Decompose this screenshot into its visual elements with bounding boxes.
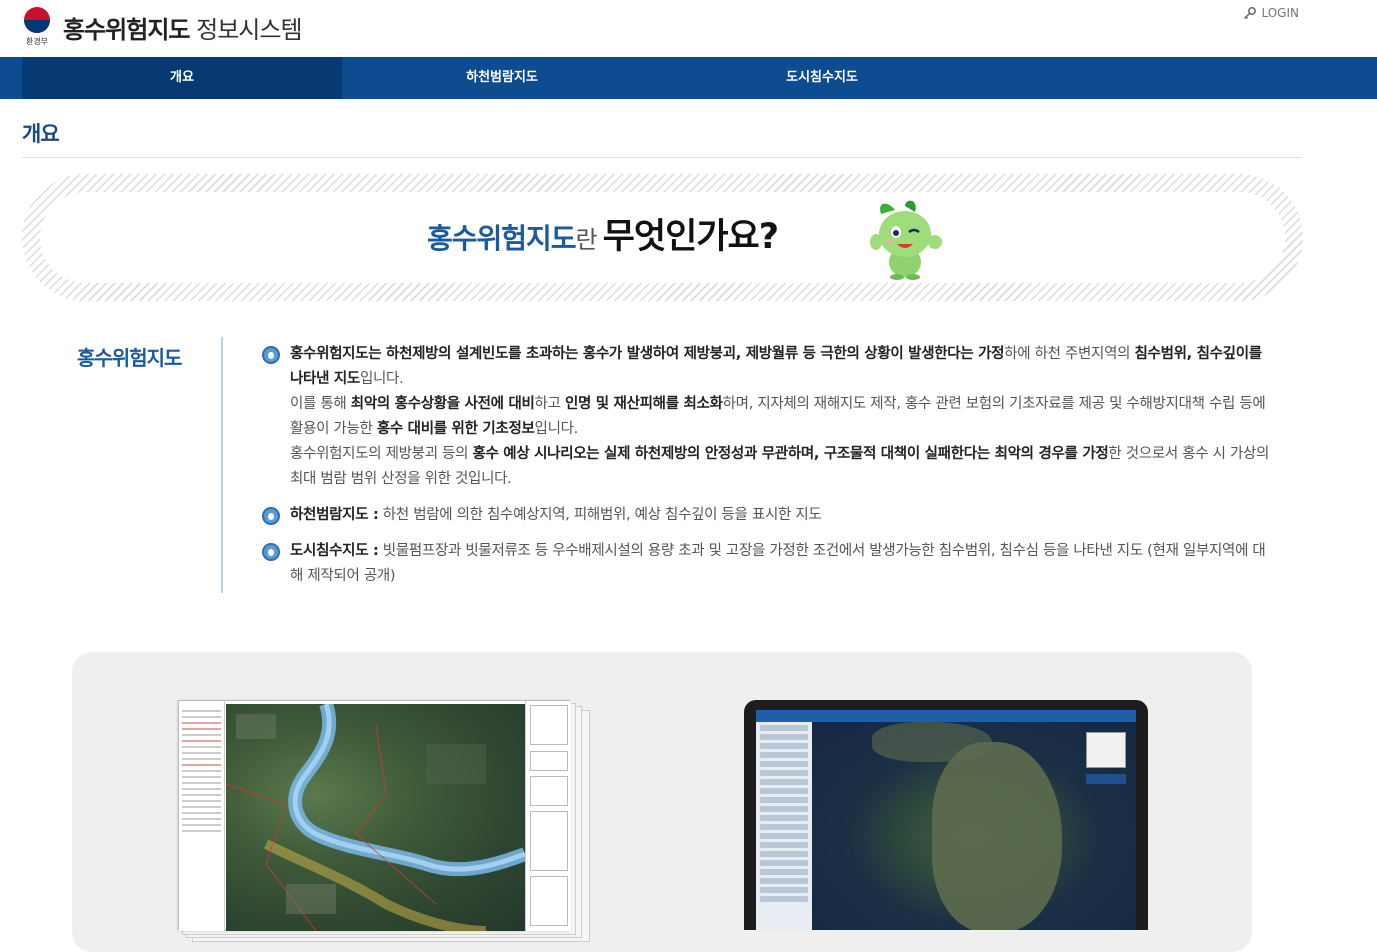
text: 하에 하천 주변지역의 (1004, 346, 1135, 362)
ministry-name: 환경부 (25, 37, 49, 46)
definition-item-river-flood-map: 하천범람지도 : 하천 범람에 의한 침수예상지역, 피해범위, 예상 침수깊이… (262, 503, 1277, 528)
login-label: LOGIN (1261, 6, 1299, 20)
main-nav: 개요 하천범람지도 도시침수지도 (0, 57, 1377, 99)
taegeuk-emblem-icon (24, 7, 50, 33)
text-bold: 홍수 대비를 위한 기초정보 (376, 421, 535, 437)
term: 도시침수지도 : (290, 543, 379, 559)
water-drop-icon (262, 346, 280, 364)
banner-heading-term: 홍수위험지도 (426, 222, 577, 255)
definition-item: 홍수위험지도는 하천제방의 설계빈도를 초과하는 홍수가 발생하여 제방붕괴, … (262, 342, 1277, 492)
screen-sidebar (756, 722, 812, 930)
description: 빗물펌프장과 빗물저류조 등 우수배제시설의 용량 초과 및 고장을 가정한 조… (290, 543, 1266, 584)
map-legend (1086, 732, 1126, 768)
site-title-main: 홍수위험지도 (63, 16, 190, 44)
text: 입니다. (359, 371, 404, 387)
divider (22, 157, 1302, 158)
site-title[interactable]: 홍수위험지도 정보시스템 (63, 10, 303, 45)
map-legend-button (1086, 774, 1126, 784)
nav-item-overview[interactable]: 개요 (22, 57, 342, 99)
laptop-map-image (744, 700, 1148, 930)
header: 환경부 홍수위험지도 정보시스템 LOGIN (0, 0, 1377, 57)
page-title: 개요 (22, 122, 60, 146)
site-title-sub: 정보시스템 (196, 16, 302, 44)
banner-heading: 홍수위험지도란 무엇인가요? (40, 192, 1285, 283)
text-bold: 홍수위험지도는 하천제방의 설계빈도를 초과하는 홍수가 발생하여 제방붕괴, … (290, 346, 1005, 362)
definition-list: 홍수위험지도는 하천제방의 설계빈도를 초과하는 홍수가 발생하여 제방붕괴, … (262, 342, 1277, 589)
water-drop-icon (262, 507, 280, 525)
water-drop-icon (262, 543, 280, 561)
description: 하천 범람에 의한 침수예상지역, 피해범위, 예상 침수깊이 등을 표시한 지… (378, 507, 822, 523)
text-bold: 홍수 예상 시나리오는 실제 하천제방의 안정성과 무관하며, 구조물적 대책이… (472, 446, 1109, 462)
intro-banner: 홍수위험지도란 무엇인가요? (22, 174, 1303, 301)
ministry-logo[interactable]: 환경부 (20, 7, 54, 49)
screen-titlebar (756, 710, 1136, 722)
text: 입니다. (534, 421, 579, 437)
paper-map-image (178, 700, 593, 942)
nav-item-river-flood-map[interactable]: 하천범람지도 (342, 57, 662, 99)
text: 하고 (534, 396, 565, 412)
text: 이를 통해 (290, 396, 351, 412)
definition-item-urban-flood-map: 도시침수지도 : 빗물펌프장과 빗물저류조 등 우수배제시설의 용량 초과 및 … (262, 539, 1277, 589)
banner-heading-question: 무엇인가요? (602, 217, 779, 257)
mascot-icon (865, 200, 949, 280)
text: 홍수위험지도의 제방붕괴 등의 (290, 446, 473, 462)
term: 하천범람지도 : (290, 507, 379, 523)
banner-heading-particle: 란 (575, 226, 598, 254)
text-bold: 최악의 홍수상황을 사전에 대비 (350, 396, 535, 412)
satellite-map (226, 704, 525, 931)
key-icon (1243, 6, 1257, 20)
map-legend-column (179, 701, 225, 931)
section-divider (221, 337, 223, 593)
nav-item-urban-flood-map[interactable]: 도시침수지도 (662, 57, 982, 99)
map-index-column (525, 701, 571, 931)
korea-satellite-map (812, 722, 1136, 930)
text-bold: 인명 및 재산피해를 최소화 (564, 396, 723, 412)
section-label: 홍수위험지도 (77, 346, 182, 370)
login-link[interactable]: LOGIN (1243, 6, 1299, 20)
